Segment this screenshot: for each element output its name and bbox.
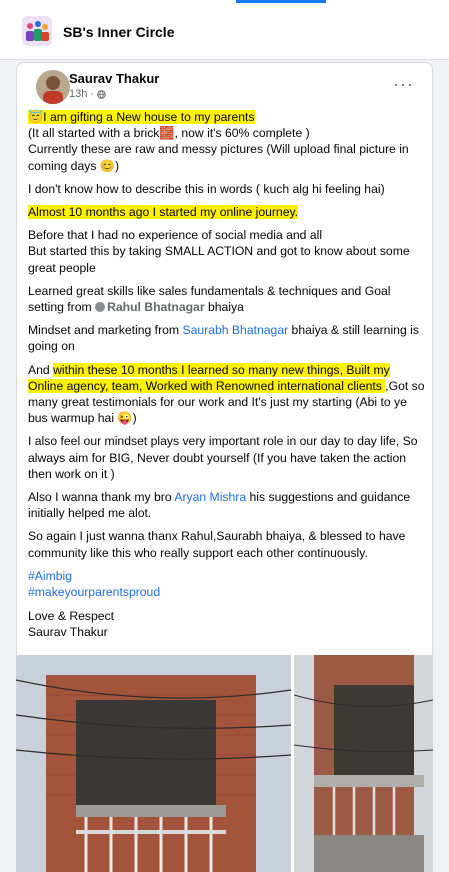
signature: Saurav Thakur (28, 625, 108, 640)
paragraph-1: 😇I am gifting a New house to my parents … (28, 109, 426, 174)
highlight-7: within these 10 months I learned so many… (28, 362, 390, 393)
author-avatar[interactable] (36, 70, 70, 104)
paragraph-5: Learned great skills like sales fundamen… (28, 283, 426, 315)
author-name[interactable]: Saurav Thakur (69, 71, 159, 86)
group-thumbnail[interactable] (22, 16, 52, 46)
paragraph-10: So again I just wanna thanx Rahul,Saurab… (28, 529, 406, 560)
mention-rahul[interactable]: Rahul Bhatnagar (107, 300, 205, 314)
p7-pre: And (28, 362, 54, 377)
mention-saurabh[interactable]: Saurabh Bhatnagar (182, 323, 288, 337)
hashtag-makeyourparentsproud[interactable]: #makeyourparentsproud (28, 585, 160, 599)
paragraph-2: I don't know how to describe this in wor… (28, 181, 385, 196)
sign-off-line: Love & Respect (28, 609, 115, 624)
post-time[interactable]: 13h (69, 88, 87, 100)
more-horizontal-icon[interactable]: ··· (393, 74, 414, 95)
p9-pre: Also I wanna thank my bro (28, 490, 175, 505)
post-body: 😇I am gifting a New house to my parents … (28, 109, 426, 648)
mention-aryan[interactable]: Aryan Mishra (174, 490, 246, 504)
paragraph-3: Almost 10 months ago I started my online… (28, 204, 426, 220)
globe-icon (97, 89, 106, 99)
p6-pre: Mindset and marketing from (28, 323, 183, 338)
post-meta: 13h · (69, 88, 106, 100)
group-header: SB's Inner Circle (0, 0, 449, 60)
group-name[interactable]: SB's Inner Circle (63, 24, 174, 40)
hashtag-aimbig[interactable]: #Aimbig (28, 569, 72, 583)
paragraph-8: I also feel our mindset plays very impor… (28, 434, 418, 481)
p5-post: bhaiya (204, 300, 244, 315)
paragraph-1-rest: (It all started with a brick🧱, now it's … (28, 126, 409, 173)
highlight-3: Almost 10 months ago I started my online… (28, 205, 299, 220)
active-tab-indicator (236, 0, 326, 3)
sign-off: Love & Respect Saurav Thakur (28, 608, 426, 640)
paragraph-6: Mindset and marketing from Saurabh Bhatn… (28, 322, 426, 354)
house-photo-2[interactable] (294, 655, 433, 872)
paragraph-9: Also I wanna thank my bro Aryan Mishra h… (28, 489, 426, 521)
hashtags: #Aimbig #makeyourparentsproud (28, 568, 426, 600)
profile-mention-icon (95, 302, 106, 313)
meta-separator: · (90, 88, 95, 100)
paragraph-7: And within these 10 months I learned so … (28, 362, 426, 427)
house-photo-1[interactable] (16, 655, 291, 872)
paragraph-4: Before that I had no experience of socia… (28, 228, 410, 275)
highlight-1: 😇I am gifting a New house to my parents (28, 110, 255, 124)
